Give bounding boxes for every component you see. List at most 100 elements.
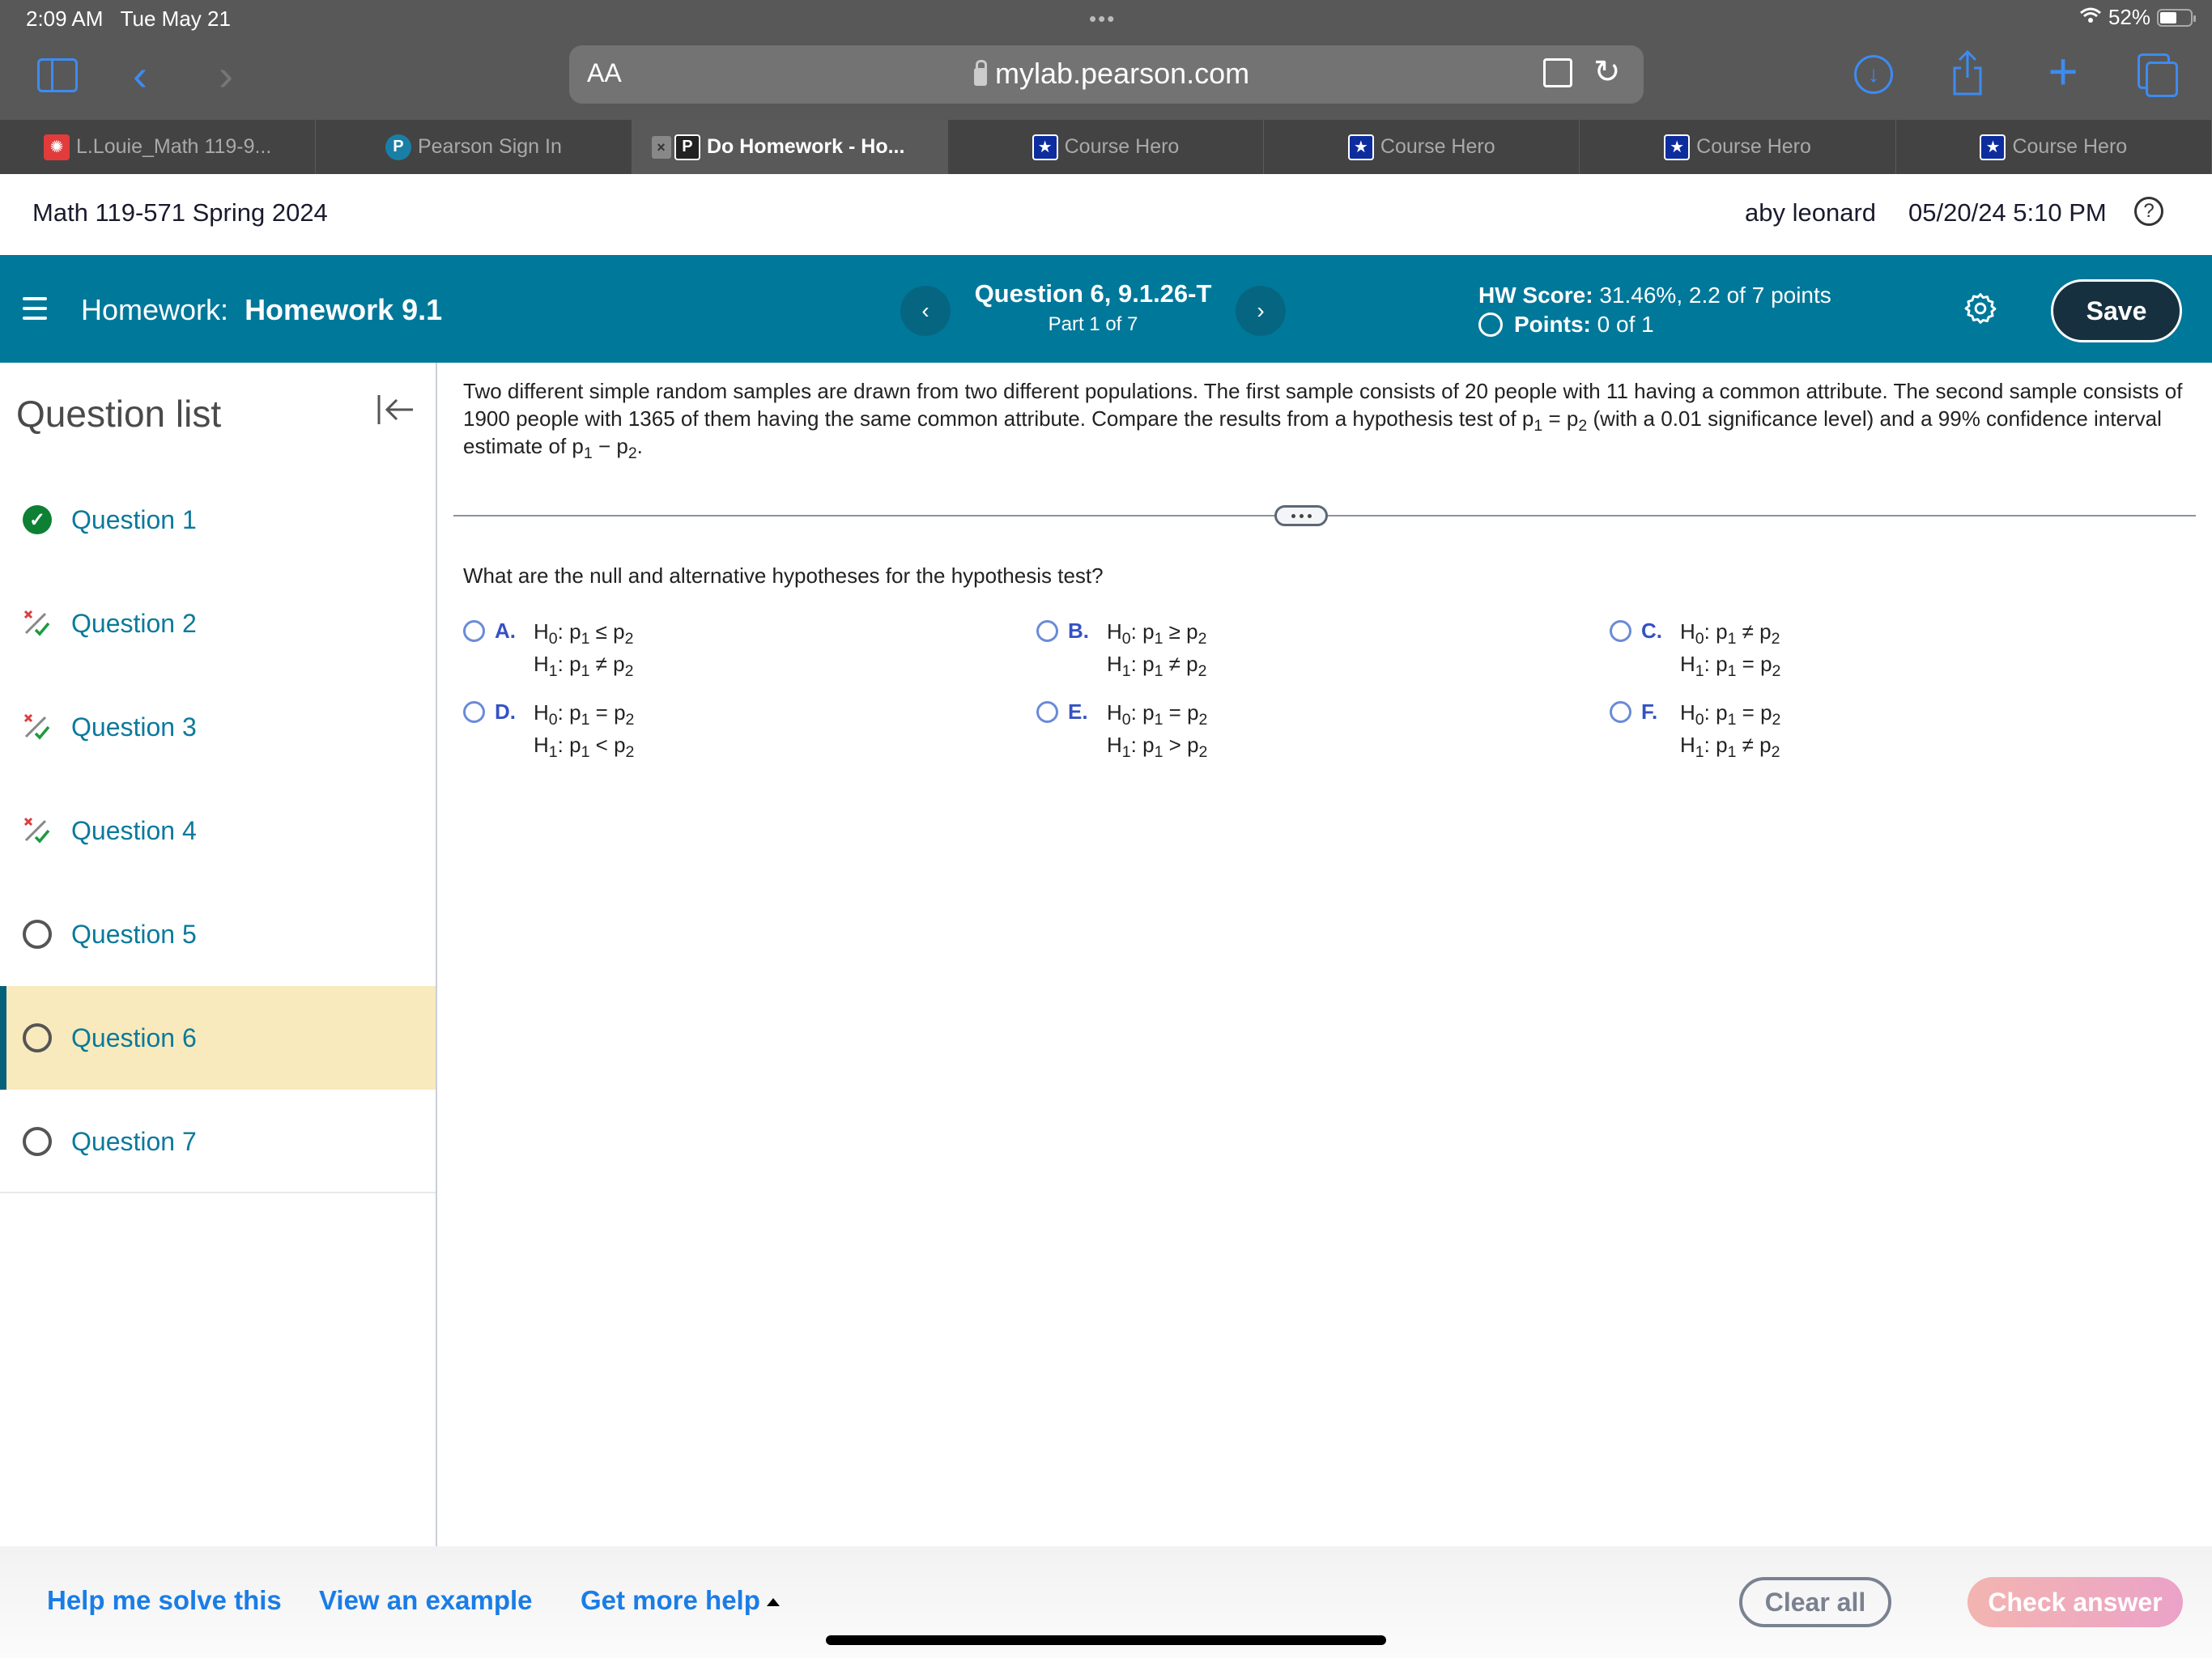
partial-credit-icon <box>23 609 52 638</box>
tab-label: Course Hero <box>1380 135 1495 158</box>
course-header: Math 119-571 Spring 2024 aby leonard 05/… <box>0 174 2212 255</box>
question-text-part: . <box>636 434 643 458</box>
clear-all-button[interactable]: Clear all <box>1739 1577 1891 1627</box>
radio-button[interactable] <box>1610 701 1631 723</box>
homework-name: Homework 9.1 <box>245 293 443 326</box>
settings-gear-icon[interactable] <box>1963 291 1998 326</box>
tab-label: Pearson Sign In <box>417 135 562 158</box>
answer-option[interactable]: D. H0: p1 = p2 H1: p1 < p2 <box>463 696 634 761</box>
answer-option[interactable]: F. H0: p1 = p2 H1: p1 ≠ p2 <box>1610 696 1780 761</box>
hypothesis-line: H0: p1 = p2 <box>1680 700 1781 729</box>
question-part: Part 1 of 7 <box>1048 313 1138 335</box>
home-indicator[interactable] <box>826 1635 1386 1645</box>
question-text-part: = p <box>1542 406 1579 431</box>
subscript: 1 <box>1534 416 1543 435</box>
get-more-help-label: Get more help <box>581 1585 760 1615</box>
question-list-sidebar: Question list ✓ Question 1 Question 2 Qu… <box>0 363 437 1546</box>
share-icon[interactable] <box>1947 49 1988 97</box>
canvas-icon: ✺ <box>43 134 70 160</box>
points-label: Points: <box>1514 312 1591 337</box>
hypothesis-line: H0: p1 = p2 <box>534 700 635 729</box>
question-label: Question 1 <box>71 504 197 534</box>
view-example-link[interactable]: View an example <box>319 1585 533 1616</box>
address-bar[interactable]: AA mylab.pearson.com ↻ <box>569 45 1644 104</box>
option-hypotheses: H0: p1 ≥ p2 H1: p1 ≠ p2 <box>1107 615 1207 680</box>
reader-settings-button[interactable]: AA <box>587 58 622 88</box>
sidebar-toggle-icon[interactable] <box>37 58 78 92</box>
question-label: Question 2 <box>71 608 197 638</box>
forward-icon[interactable]: › <box>219 50 233 100</box>
unanswered-circle-icon <box>23 920 52 949</box>
correct-check-icon: ✓ <box>23 505 52 534</box>
browser-tab[interactable]: ★ Course Hero <box>1896 120 2212 174</box>
radio-button[interactable] <box>1036 701 1058 723</box>
get-more-help-link[interactable]: Get more help <box>581 1585 780 1616</box>
hypothesis-line: H0: p1 ≥ p2 <box>1107 619 1207 648</box>
question-list-item[interactable]: Question 3 <box>0 675 436 779</box>
course-hero-icon: ★ <box>1980 134 2006 160</box>
question-points: Points: 0 of 1 <box>1478 312 1654 338</box>
check-answer-button[interactable]: Check answer <box>1967 1577 2183 1627</box>
browser-tab[interactable]: ✺ L.Louie_Math 119-9... <box>0 120 317 174</box>
option-letter: B. <box>1068 619 1089 643</box>
homework-bar: Homework: Homework 9.1 ‹ Question 6, 9.1… <box>0 255 2212 363</box>
answer-option[interactable]: A. H0: p1 ≤ p2 H1: p1 ≠ p2 <box>463 615 634 680</box>
user-name: aby leonard <box>1745 198 1877 227</box>
option-hypotheses: H0: p1 ≤ p2 H1: p1 ≠ p2 <box>534 615 634 680</box>
radio-button[interactable] <box>1036 620 1058 642</box>
close-tab-icon[interactable]: × <box>651 136 671 159</box>
reload-icon[interactable]: ↻ <box>1593 53 1621 91</box>
points-status-icon <box>1478 312 1503 337</box>
answer-option[interactable]: C. H0: p1 ≠ p2 H1: p1 = p2 <box>1610 615 1780 680</box>
collapse-sidebar-icon[interactable] <box>376 393 416 426</box>
tab-label: Do Homework - Ho... <box>706 135 905 158</box>
question-list-item[interactable]: Question 7 <box>0 1090 436 1193</box>
multitasking-dots-icon[interactable]: ••• <box>1089 6 1116 32</box>
downloads-icon[interactable]: ↓ <box>1854 55 1893 94</box>
caret-up-icon <box>766 1598 780 1607</box>
browser-tab-active[interactable]: × P Do Homework - Ho... <box>632 120 948 174</box>
option-letter: A. <box>495 619 516 643</box>
hypothesis-line: H0: p1 ≤ p2 <box>534 619 634 648</box>
radio-button[interactable] <box>1610 620 1631 642</box>
radio-button[interactable] <box>463 701 485 723</box>
partial-credit-icon <box>23 712 52 742</box>
extension-icon[interactable] <box>1543 58 1572 87</box>
tab-overview-icon[interactable] <box>2138 53 2178 97</box>
question-list-item[interactable]: Question 2 <box>0 572 436 675</box>
browser-tab[interactable]: ★ Course Hero <box>1264 120 1580 174</box>
option-letter: D. <box>495 699 516 724</box>
status-indicators: 52% <box>2079 5 2196 30</box>
browser-tab[interactable]: ★ Course Hero <box>948 120 1265 174</box>
url-display[interactable]: mylab.pearson.com <box>974 57 1249 91</box>
radio-button[interactable] <box>463 620 485 642</box>
homework-prefix: Homework: <box>81 293 229 326</box>
answer-option[interactable]: E. H0: p1 = p2 H1: p1 > p2 <box>1036 696 1207 761</box>
pearson-p-icon: P <box>674 134 700 160</box>
help-me-solve-link[interactable]: Help me solve this <box>47 1585 282 1616</box>
new-tab-icon[interactable]: + <box>2040 42 2086 100</box>
pane-resize-handle[interactable] <box>1274 505 1328 526</box>
question-list-item[interactable]: ✓ Question 1 <box>0 468 436 572</box>
next-question-button[interactable]: › <box>1236 286 1286 336</box>
hypothesis-line: H1: p1 ≠ p2 <box>1680 733 1780 761</box>
option-letter: F. <box>1641 699 1658 724</box>
help-icon[interactable]: ? <box>2134 197 2163 226</box>
option-letter: C. <box>1641 619 1662 643</box>
browser-tab[interactable]: ★ Course Hero <box>1580 120 1896 174</box>
question-list-item[interactable]: Question 4 <box>0 779 436 882</box>
question-list-item-current[interactable]: Question 6 <box>0 986 436 1090</box>
save-button[interactable]: Save <box>2051 279 2182 342</box>
status-clock: 2:09 AM <box>26 6 104 31</box>
tab-label: Course Hero <box>1696 135 1811 158</box>
hypothesis-line: H0: p1 ≠ p2 <box>1680 619 1780 648</box>
browser-tab[interactable]: P Pearson Sign In <box>316 120 632 174</box>
back-icon[interactable]: ‹ <box>133 50 147 100</box>
pearson-icon: P <box>385 134 411 160</box>
menu-icon[interactable] <box>23 297 47 320</box>
answer-option[interactable]: B. H0: p1 ≥ p2 H1: p1 ≠ p2 <box>1036 615 1207 680</box>
hypothesis-line: H1: p1 ≠ p2 <box>1107 652 1207 680</box>
question-list-item[interactable]: Question 5 <box>0 882 436 986</box>
option-hypotheses: H0: p1 = p2 H1: p1 > p2 <box>1107 696 1207 761</box>
current-datetime: 05/20/24 5:10 PM <box>1908 198 2107 227</box>
